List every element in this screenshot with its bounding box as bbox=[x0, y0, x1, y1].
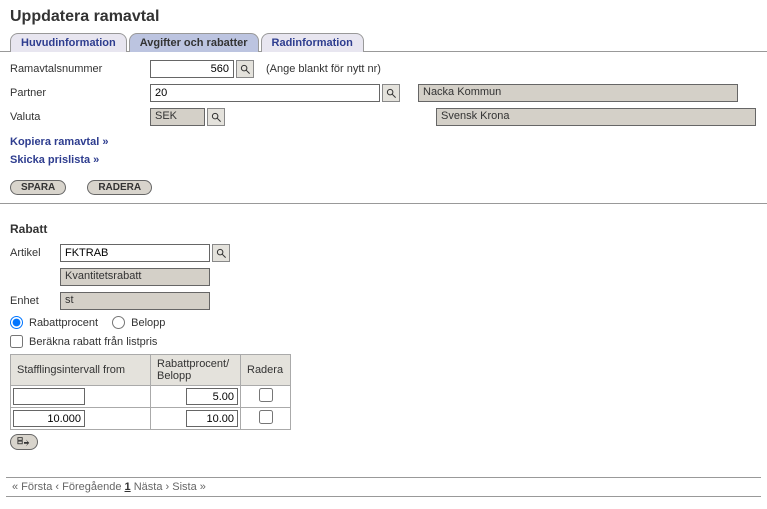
valuta-lookup-button[interactable] bbox=[207, 108, 225, 126]
valuta-label: Valuta bbox=[10, 111, 150, 123]
col-interval: Stafflingsintervall from bbox=[11, 355, 151, 386]
pager-first[interactable]: « Första bbox=[12, 481, 52, 493]
delete-row-checkbox[interactable] bbox=[259, 410, 273, 424]
partner-label: Partner bbox=[10, 87, 150, 99]
interval-from-input[interactable] bbox=[13, 410, 85, 427]
magnifier-icon bbox=[211, 112, 222, 123]
radera-button[interactable]: RADERA bbox=[87, 180, 152, 195]
artikel-label: Artikel bbox=[10, 247, 60, 259]
enhet-value: st bbox=[60, 292, 210, 310]
pager-prev[interactable]: ‹ Föregående bbox=[55, 481, 121, 493]
berakna-listpris-label[interactable]: Beräkna rabatt från listpris bbox=[29, 336, 157, 348]
skicka-prislista-link[interactable]: Skicka prislista » bbox=[10, 154, 99, 166]
col-percent: Rabattprocent/ Belopp bbox=[151, 355, 241, 386]
percent-input[interactable] bbox=[186, 410, 238, 427]
artikel-lookup-button[interactable] bbox=[212, 244, 230, 262]
enhet-label: Enhet bbox=[10, 295, 60, 307]
tab-radinformation[interactable]: Radinformation bbox=[261, 33, 364, 52]
rabattprocent-radio[interactable] bbox=[10, 316, 23, 329]
staffling-table: Stafflingsintervall from Rabattprocent/ … bbox=[10, 354, 291, 430]
rabatt-title: Rabatt bbox=[10, 222, 757, 236]
pager-current: 1 bbox=[125, 481, 131, 493]
magnifier-icon bbox=[216, 248, 227, 259]
partner-input[interactable] bbox=[150, 84, 380, 102]
tab-avgifter-rabatter[interactable]: Avgifter och rabatter bbox=[129, 33, 259, 52]
delete-row-checkbox[interactable] bbox=[259, 388, 273, 402]
rabattprocent-radio-label[interactable]: Rabattprocent bbox=[29, 317, 98, 329]
table-row bbox=[11, 408, 291, 430]
artikel-input[interactable] bbox=[60, 244, 210, 262]
kopiera-ramavtal-link[interactable]: Kopiera ramavtal » bbox=[10, 136, 108, 148]
valuta-value: SEK bbox=[150, 108, 205, 126]
col-delete: Radera bbox=[241, 355, 291, 386]
valuta-display: Svensk Krona bbox=[436, 108, 756, 126]
table-row bbox=[11, 386, 291, 408]
ramavtalsnummer-hint: (Ange blankt för nytt nr) bbox=[266, 63, 381, 75]
tab-huvudinformation[interactable]: Huvudinformation bbox=[10, 33, 127, 52]
add-row-button[interactable] bbox=[10, 434, 38, 450]
tabs: Huvudinformation Avgifter och rabatter R… bbox=[0, 32, 767, 52]
page-title: Uppdatera ramavtal bbox=[0, 0, 767, 32]
ramavtalsnummer-label: Ramavtalsnummer bbox=[10, 63, 150, 75]
ramavtalsnummer-input[interactable] bbox=[150, 60, 234, 78]
partner-display: Nacka Kommun bbox=[418, 84, 738, 102]
rabatt-section: Rabatt Artikel Kvantitetsrabatt Enhet st… bbox=[0, 204, 767, 459]
main-form-section: Ramavtalsnummer (Ange blankt för nytt nr… bbox=[0, 52, 767, 204]
pager: « Första ‹ Föregående 1 Nästa › Sista » bbox=[6, 477, 761, 497]
belopp-radio[interactable] bbox=[112, 316, 125, 329]
add-row-icon bbox=[17, 436, 31, 448]
magnifier-icon bbox=[240, 64, 251, 75]
partner-lookup-button[interactable] bbox=[382, 84, 400, 102]
berakna-listpris-checkbox[interactable] bbox=[10, 335, 23, 348]
artikel-display: Kvantitetsrabatt bbox=[60, 268, 210, 286]
pager-next[interactable]: Nästa › bbox=[134, 481, 169, 493]
ramavtalsnummer-lookup-button[interactable] bbox=[236, 60, 254, 78]
magnifier-icon bbox=[386, 88, 397, 99]
spara-button[interactable]: SPARA bbox=[10, 180, 66, 195]
pager-last[interactable]: Sista » bbox=[172, 481, 206, 493]
percent-input[interactable] bbox=[186, 388, 238, 405]
interval-from-input[interactable] bbox=[13, 388, 85, 405]
belopp-radio-label[interactable]: Belopp bbox=[131, 317, 165, 329]
